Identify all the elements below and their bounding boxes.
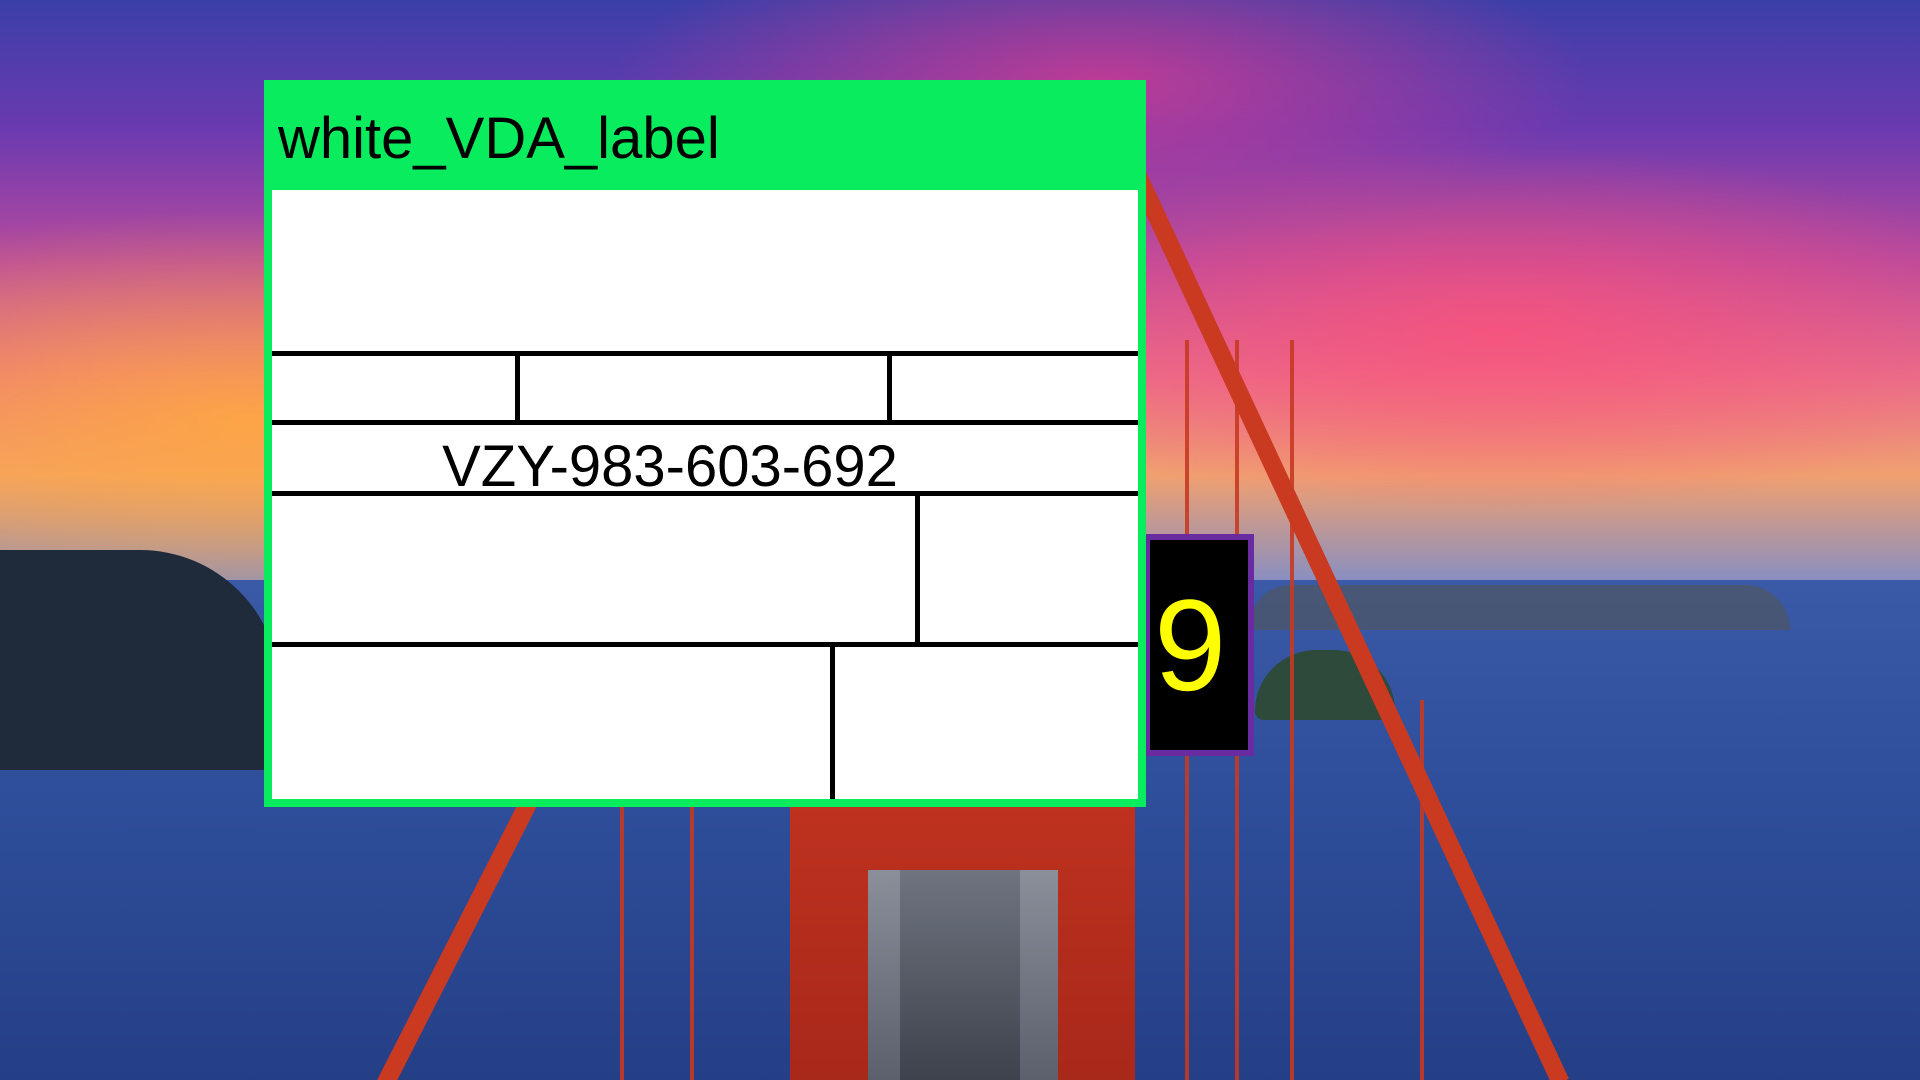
label-divider bbox=[272, 642, 1138, 647]
bridge-hanger bbox=[690, 800, 694, 1080]
label-divider bbox=[887, 351, 892, 423]
number-badge: 9 bbox=[1144, 534, 1254, 756]
label-divider bbox=[272, 491, 1138, 496]
label-divider bbox=[515, 351, 520, 423]
panel-title: white_VDA_label bbox=[278, 106, 720, 171]
badge-number: 9 bbox=[1154, 572, 1227, 718]
vda-label-panel[interactable]: white_VDA_label VZY-983-603-692 bbox=[264, 80, 1146, 807]
bridge-hanger bbox=[1420, 700, 1424, 1080]
label-divider bbox=[272, 351, 1138, 356]
bridge-hanger bbox=[1290, 340, 1294, 1080]
label-divider bbox=[830, 642, 835, 799]
vda-label: VZY-983-603-692 bbox=[272, 190, 1138, 799]
label-divider bbox=[272, 420, 1138, 425]
label-divider bbox=[915, 491, 920, 646]
bridge-road bbox=[900, 870, 1020, 1080]
bridge-hanger bbox=[620, 800, 624, 1080]
